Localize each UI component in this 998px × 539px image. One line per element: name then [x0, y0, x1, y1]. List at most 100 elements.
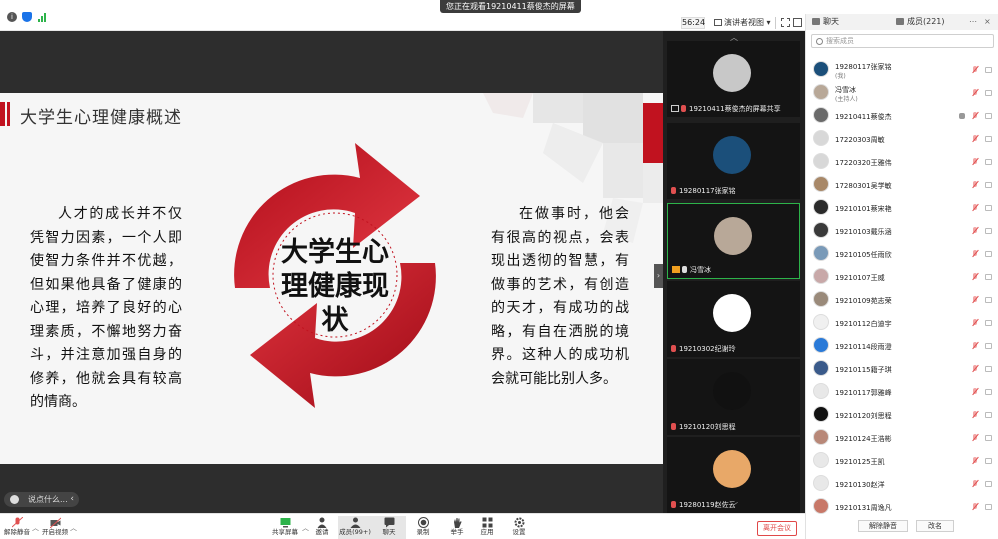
mic-muted-icon[interactable] [972, 411, 978, 419]
member-row[interactable]: 17220303周敏 [806, 127, 998, 150]
shield-icon[interactable] [22, 12, 32, 22]
mic-muted-icon[interactable] [972, 388, 978, 396]
quick-chat-input[interactable]: 说点什么... ‹ [4, 492, 79, 507]
mic-muted-icon [671, 345, 676, 352]
member-row[interactable]: 19210130赵洋 [806, 472, 998, 495]
member-row[interactable]: 19210124王浩彬 [806, 426, 998, 449]
unmute-all-button[interactable]: 解除静音 [858, 520, 908, 532]
camera-icon[interactable] [985, 412, 992, 418]
member-row[interactable]: 19210101蔡宋艳 [806, 196, 998, 219]
video-tile[interactable]: 19210120刘思程 [667, 359, 800, 435]
member-row[interactable]: 19210411蔡俊杰 [806, 104, 998, 127]
record-button[interactable]: 录制 [406, 516, 440, 539]
members-button[interactable]: 成员(99+) [338, 516, 372, 539]
mic-muted-icon[interactable] [972, 66, 978, 74]
mic-muted-icon[interactable] [972, 204, 978, 212]
mic-muted-icon[interactable] [972, 158, 978, 166]
member-row[interactable]: 19210112白迪宇 [806, 311, 998, 334]
mic-muted-icon[interactable] [972, 296, 978, 304]
collapse-video-column[interactable]: › [654, 264, 663, 288]
member-row[interactable]: 19210120刘思程 [806, 403, 998, 426]
emoji-icon[interactable] [10, 495, 19, 504]
video-tile[interactable]: 19210302纪谢玲 [667, 281, 800, 357]
mic-muted-icon[interactable] [972, 181, 978, 189]
member-search-input[interactable]: 搜索成员 [811, 34, 994, 48]
mic-muted-icon[interactable] [972, 273, 978, 281]
avatar [813, 406, 829, 422]
tab-chat[interactable]: 聊天 [812, 14, 839, 30]
mic-muted-icon[interactable] [972, 457, 978, 465]
camera-icon[interactable] [985, 343, 992, 349]
camera-icon[interactable] [985, 504, 992, 510]
video-tile[interactable]: 冯雪冰 [667, 203, 800, 279]
member-row[interactable]: 19210109苑志荣 [806, 288, 998, 311]
fullscreen-icon[interactable] [781, 18, 790, 27]
camera-icon[interactable] [985, 67, 992, 73]
member-row[interactable]: 19210103戴乐涵 [806, 219, 998, 242]
camera-icon[interactable] [985, 113, 992, 119]
scroll-down-icon[interactable]: ﹀ [730, 501, 738, 512]
apps-button[interactable]: 应用 [470, 516, 504, 539]
close-icon[interactable]: × [984, 14, 991, 30]
camera-icon[interactable] [985, 228, 992, 234]
window-icon[interactable] [793, 18, 802, 27]
camera-icon[interactable] [985, 458, 992, 464]
avatar [713, 450, 751, 488]
video-tile[interactable]: 19280117张家铭 [667, 123, 800, 199]
info-icon[interactable]: i [7, 12, 17, 22]
camera-icon[interactable] [985, 320, 992, 326]
view-mode-button[interactable]: 演讲者视图 ▾ [712, 17, 771, 29]
raise-hand-button[interactable]: 举手 [440, 516, 474, 539]
leave-meeting-button[interactable]: 离开会议 [757, 521, 797, 536]
chevron-left-icon[interactable]: ‹ [70, 492, 74, 507]
more-icon[interactable]: ⋯ [969, 14, 977, 30]
chevron-up-icon[interactable]: ︿ [70, 523, 77, 533]
avatar [813, 360, 829, 376]
camera-icon[interactable] [985, 297, 992, 303]
camera-icon[interactable] [985, 205, 992, 211]
rename-button[interactable]: 改名 [916, 520, 954, 532]
mic-muted-icon[interactable] [972, 227, 978, 235]
member-row[interactable]: 19210105任雨欣 [806, 242, 998, 265]
mic-muted-icon[interactable] [972, 503, 978, 511]
camera-icon[interactable] [985, 366, 992, 372]
video-tile[interactable]: 19210411蔡俊杰的屏幕共享 [667, 41, 800, 117]
mic-muted-icon[interactable] [972, 135, 978, 143]
camera-icon[interactable] [985, 274, 992, 280]
camera-icon[interactable] [985, 481, 992, 487]
mic-muted-icon[interactable] [972, 480, 978, 488]
settings-button[interactable]: 设置 [502, 516, 536, 539]
camera-icon[interactable] [985, 182, 992, 188]
mic-muted-icon[interactable] [972, 434, 978, 442]
invite-button[interactable]: 邀请 [305, 516, 339, 539]
mic-muted-icon[interactable] [972, 365, 978, 373]
share-screen-button[interactable]: 共享屏幕 [268, 516, 302, 539]
signal-icon[interactable] [38, 12, 48, 22]
member-row[interactable]: 19280117张家铭 (我) [806, 58, 998, 81]
member-row[interactable]: 19210107王威 [806, 265, 998, 288]
member-row[interactable]: 19210117郭雅峰 [806, 380, 998, 403]
member-row[interactable]: 19210115籍子琪 [806, 357, 998, 380]
camera-icon[interactable] [985, 251, 992, 257]
camera-icon[interactable] [985, 136, 992, 142]
member-row[interactable]: 冯雪冰 (主持人) [806, 81, 998, 104]
mic-muted-icon[interactable] [972, 250, 978, 258]
member-row[interactable]: 17280301吴学敏 [806, 173, 998, 196]
mic-muted-icon[interactable] [972, 319, 978, 327]
camera-icon[interactable] [985, 159, 992, 165]
tab-members[interactable]: 成员(221) [896, 14, 945, 30]
member-row[interactable]: 19210131周逸凡 [806, 495, 998, 518]
mic-muted-icon[interactable] [972, 112, 978, 120]
camera-icon[interactable] [985, 389, 992, 395]
start-video-button[interactable]: 开启视频 [38, 516, 72, 539]
member-row[interactable]: 19210125王凯 [806, 449, 998, 472]
member-row[interactable]: 17220320王雅伟 [806, 150, 998, 173]
unmute-button[interactable]: 解除静音 [0, 516, 34, 539]
chat-button[interactable]: 聊天 [372, 516, 406, 539]
camera-icon[interactable] [985, 435, 992, 441]
member-name: 19210105任雨欣 [835, 251, 892, 259]
member-row[interactable]: 19210114段雨澄 [806, 334, 998, 357]
camera-icon[interactable] [985, 90, 992, 96]
mic-muted-icon[interactable] [972, 342, 978, 350]
mic-muted-icon[interactable] [972, 89, 978, 97]
